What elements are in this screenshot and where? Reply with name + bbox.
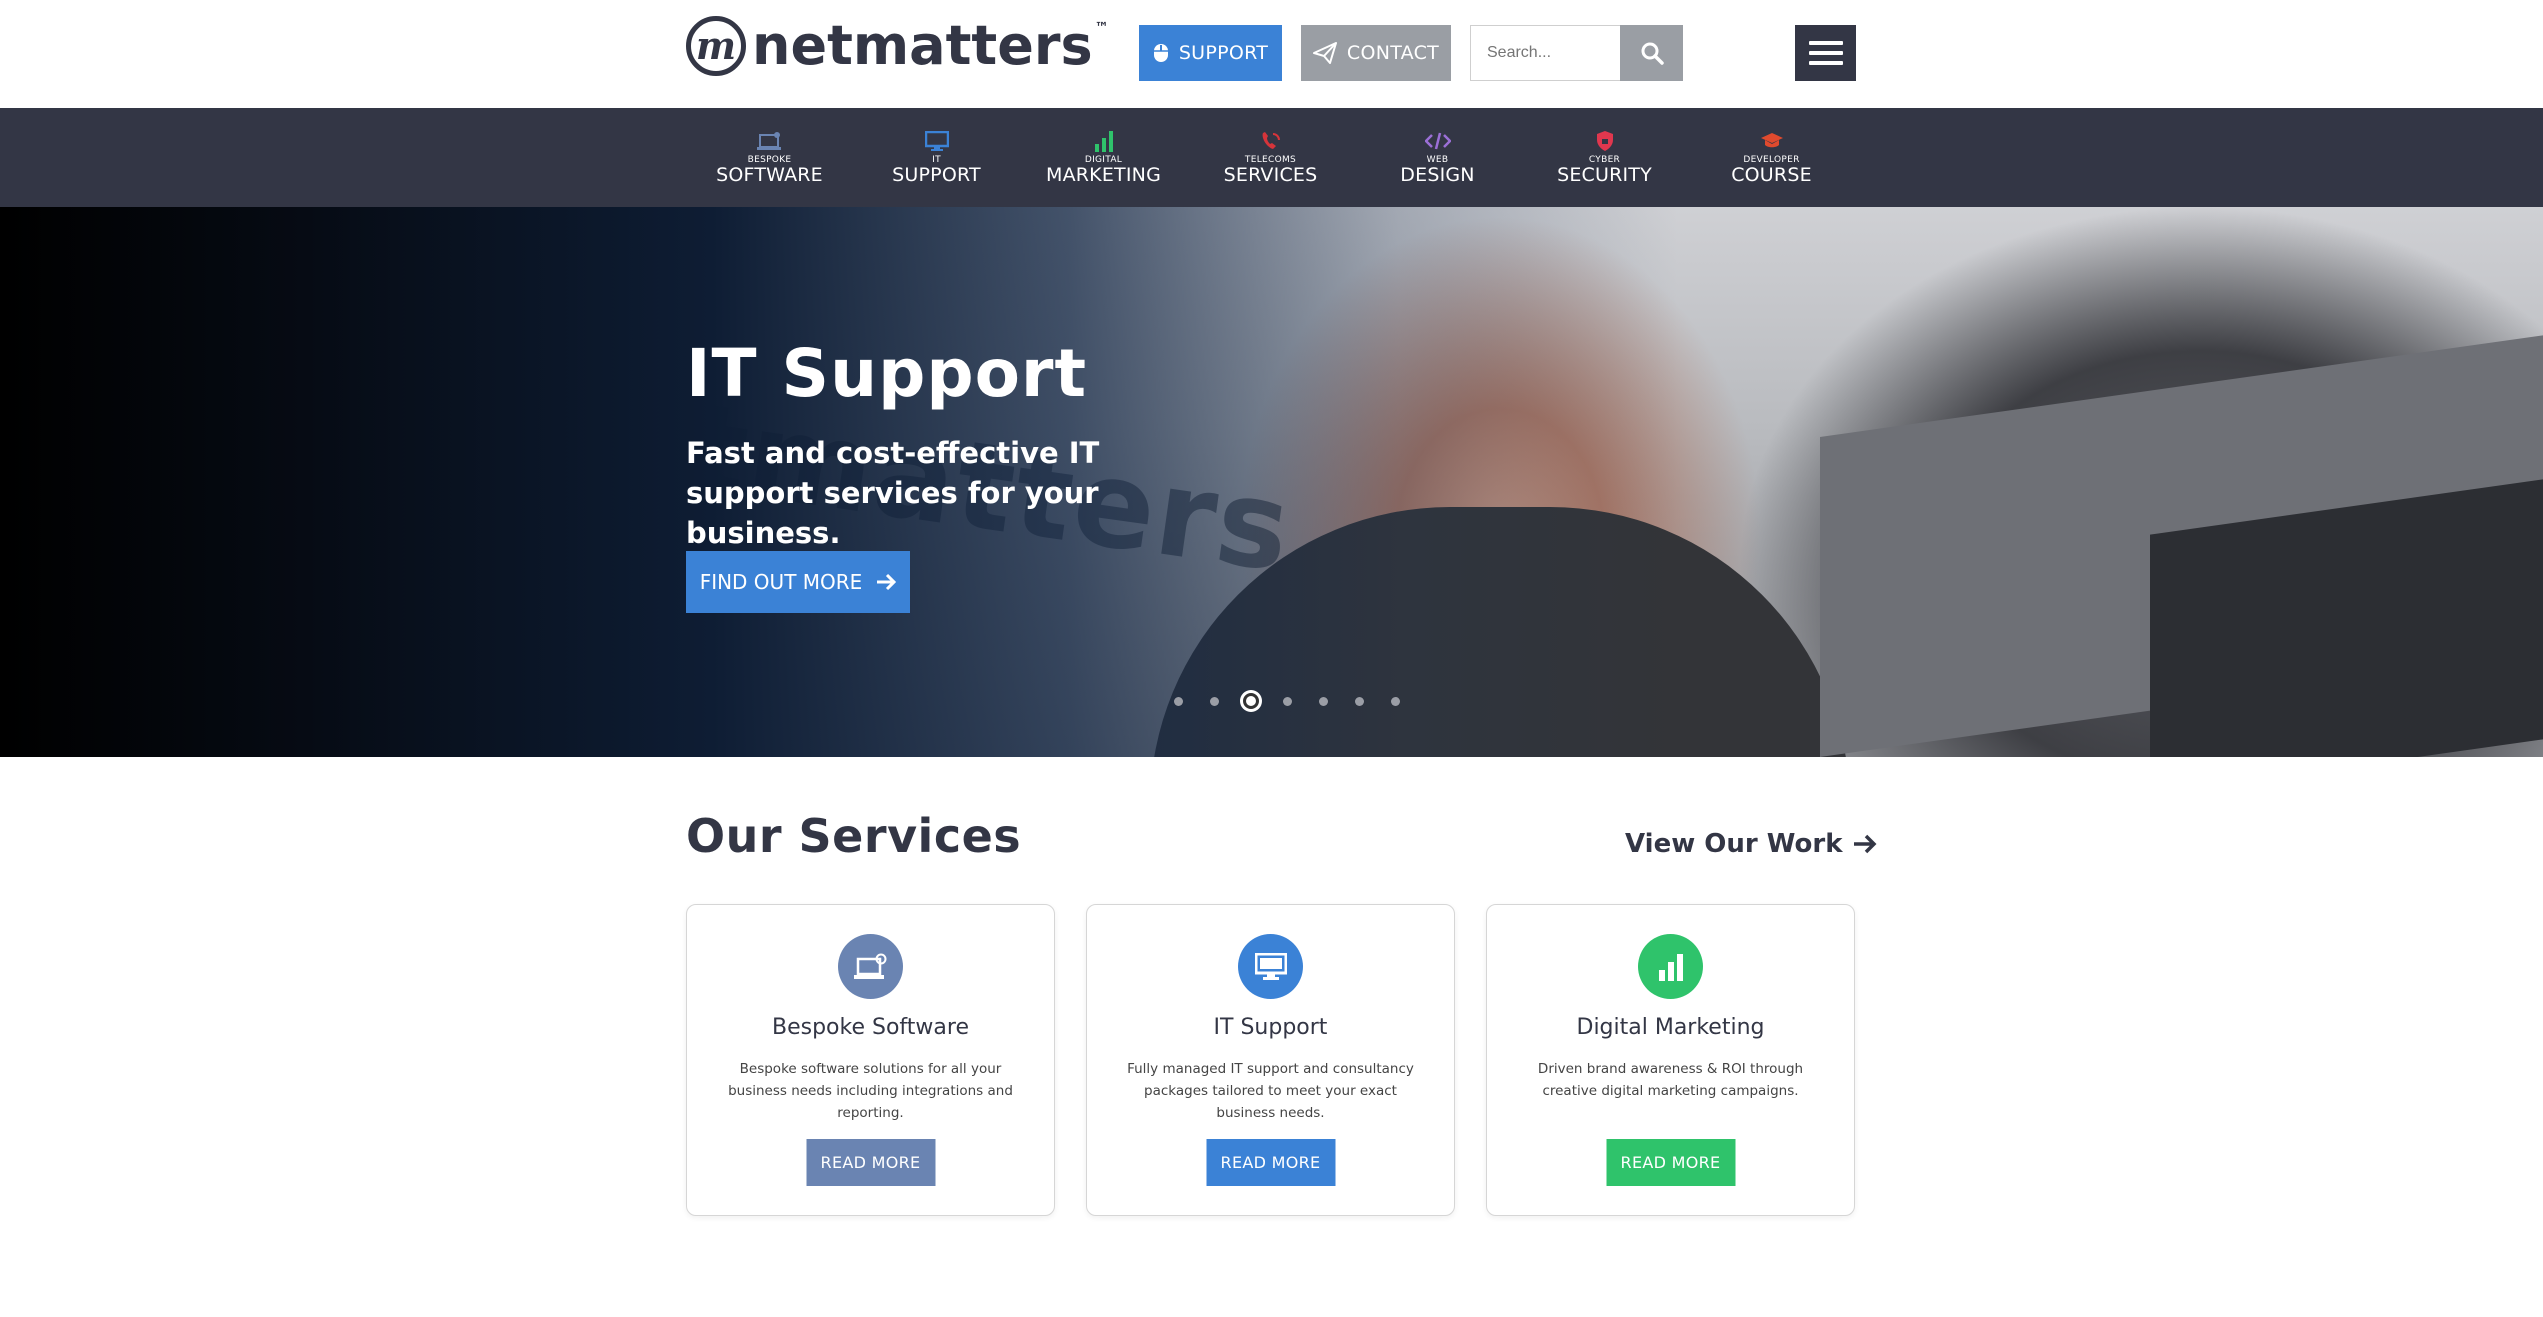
nav-big-label: SECURITY bbox=[1557, 164, 1652, 187]
hero-subtitle: Fast and cost-effective IT support servi… bbox=[686, 436, 1100, 550]
arrow-right-icon bbox=[877, 573, 897, 591]
find-out-more-button[interactable]: FIND OUT MORE bbox=[686, 551, 910, 613]
arrow-right-icon bbox=[1853, 834, 1876, 854]
service-card-digital-marketing[interactable]: Digital Marketing Driven brand awareness… bbox=[1486, 904, 1855, 1216]
monitor-icon bbox=[924, 129, 949, 153]
contact-button[interactable]: CONTACT bbox=[1301, 25, 1451, 81]
card-description: Bespoke software solutions for all your … bbox=[728, 1061, 1013, 1121]
phone-icon bbox=[1260, 129, 1282, 153]
support-button[interactable]: SUPPORT bbox=[1139, 25, 1282, 81]
contact-label: CONTACT bbox=[1346, 42, 1440, 64]
netmatters-logo[interactable]: m netmatters ™ bbox=[686, 16, 1109, 76]
card-title: Bespoke Software bbox=[772, 1015, 969, 1040]
nav-item-digital-marketing[interactable]: DIGITAL MARKETING bbox=[1020, 108, 1187, 207]
nav-big-label: SERVICES bbox=[1223, 164, 1318, 187]
carousel-dot-4[interactable] bbox=[1283, 696, 1292, 706]
carousel-dot-1[interactable] bbox=[1174, 696, 1183, 706]
main-navigation: BESPOKE SOFTWARE IT SUPPORT DIGITAL MARK… bbox=[0, 108, 2543, 207]
menu-bar bbox=[1808, 61, 1843, 65]
carousel-dot-5[interactable] bbox=[1319, 696, 1328, 706]
carousel-dot-3[interactable] bbox=[1243, 693, 1259, 709]
service-card-bespoke-software[interactable]: Bespoke Software Bespoke software soluti… bbox=[686, 904, 1055, 1216]
paper-plane-icon bbox=[1312, 42, 1337, 64]
search-button[interactable] bbox=[1620, 25, 1683, 81]
nav-item-bespoke-software[interactable]: BESPOKE SOFTWARE bbox=[686, 108, 853, 207]
shield-icon bbox=[1596, 129, 1614, 153]
site-header: m netmatters ™ SUPPORT CONTACT bbox=[0, 0, 2543, 108]
graduation-cap-icon bbox=[1760, 129, 1784, 153]
search-input[interactable] bbox=[1470, 25, 1620, 81]
nav-item-cyber-security[interactable]: CYBER SECURITY bbox=[1521, 108, 1688, 207]
support-label: SUPPORT bbox=[1178, 42, 1269, 64]
hamburger-menu-button[interactable] bbox=[1795, 25, 1856, 81]
service-card-it-support[interactable]: IT Support Fully managed IT support and … bbox=[1086, 904, 1455, 1216]
hero-gradient-overlay bbox=[0, 207, 2543, 757]
nav-item-developer-course[interactable]: DEVELOPER COURSE bbox=[1688, 108, 1855, 207]
section-title: Our Services bbox=[686, 809, 1022, 863]
card-title: Digital Marketing bbox=[1576, 1015, 1765, 1040]
carousel-dot-2[interactable] bbox=[1210, 696, 1219, 706]
logo-wordmark: netmatters bbox=[752, 14, 1093, 77]
card-description: Fully managed IT support and consultancy… bbox=[1127, 1061, 1414, 1121]
mouse-icon bbox=[1153, 44, 1168, 62]
card-title: IT Support bbox=[1213, 1015, 1328, 1040]
code-icon bbox=[1424, 129, 1451, 153]
logo-mark: m bbox=[686, 16, 746, 76]
find-out-more-label: FIND OUT MORE bbox=[699, 570, 863, 594]
services-section: Our Services View Our Work Bespoke Softw… bbox=[0, 757, 2543, 1317]
search-icon bbox=[1641, 42, 1664, 65]
menu-bar bbox=[1808, 51, 1843, 55]
laptop-gear-icon bbox=[838, 934, 903, 999]
nav-big-label: MARKETING bbox=[1045, 164, 1161, 187]
hero-title: IT Support bbox=[686, 335, 1088, 412]
laptop-gear-icon bbox=[756, 129, 783, 153]
hero-carousel: tmatters IT Support Fast and cost-effect… bbox=[0, 207, 2543, 757]
nav-item-telecoms-services[interactable]: TELECOMS SERVICES bbox=[1187, 108, 1354, 207]
nav-big-label: DESIGN bbox=[1400, 164, 1475, 187]
card-description: Driven brand awareness & ROI through cre… bbox=[1537, 1061, 1804, 1099]
logo-trademark: ™ bbox=[1094, 20, 1109, 36]
carousel-pagination bbox=[1168, 693, 1406, 709]
read-more-button[interactable]: READ MORE bbox=[1606, 1139, 1735, 1186]
read-more-button[interactable]: READ MORE bbox=[1206, 1139, 1335, 1186]
nav-item-web-design[interactable]: WEB DESIGN bbox=[1354, 108, 1521, 207]
carousel-dot-6[interactable] bbox=[1355, 696, 1364, 706]
carousel-dot-7[interactable] bbox=[1391, 696, 1400, 706]
nav-item-it-support[interactable]: IT SUPPORT bbox=[853, 108, 1020, 207]
bar-chart-icon bbox=[1094, 129, 1114, 153]
monitor-icon bbox=[1238, 934, 1303, 999]
view-our-work-label: View Our Work bbox=[1625, 829, 1843, 859]
bar-chart-icon bbox=[1638, 934, 1703, 999]
menu-bar bbox=[1808, 41, 1843, 45]
nav-big-label: SOFTWARE bbox=[716, 164, 823, 187]
view-our-work-link[interactable]: View Our Work bbox=[1625, 829, 1877, 859]
nav-big-label: COURSE bbox=[1731, 164, 1812, 187]
read-more-button[interactable]: READ MORE bbox=[806, 1139, 935, 1186]
nav-big-label: SUPPORT bbox=[892, 164, 981, 187]
